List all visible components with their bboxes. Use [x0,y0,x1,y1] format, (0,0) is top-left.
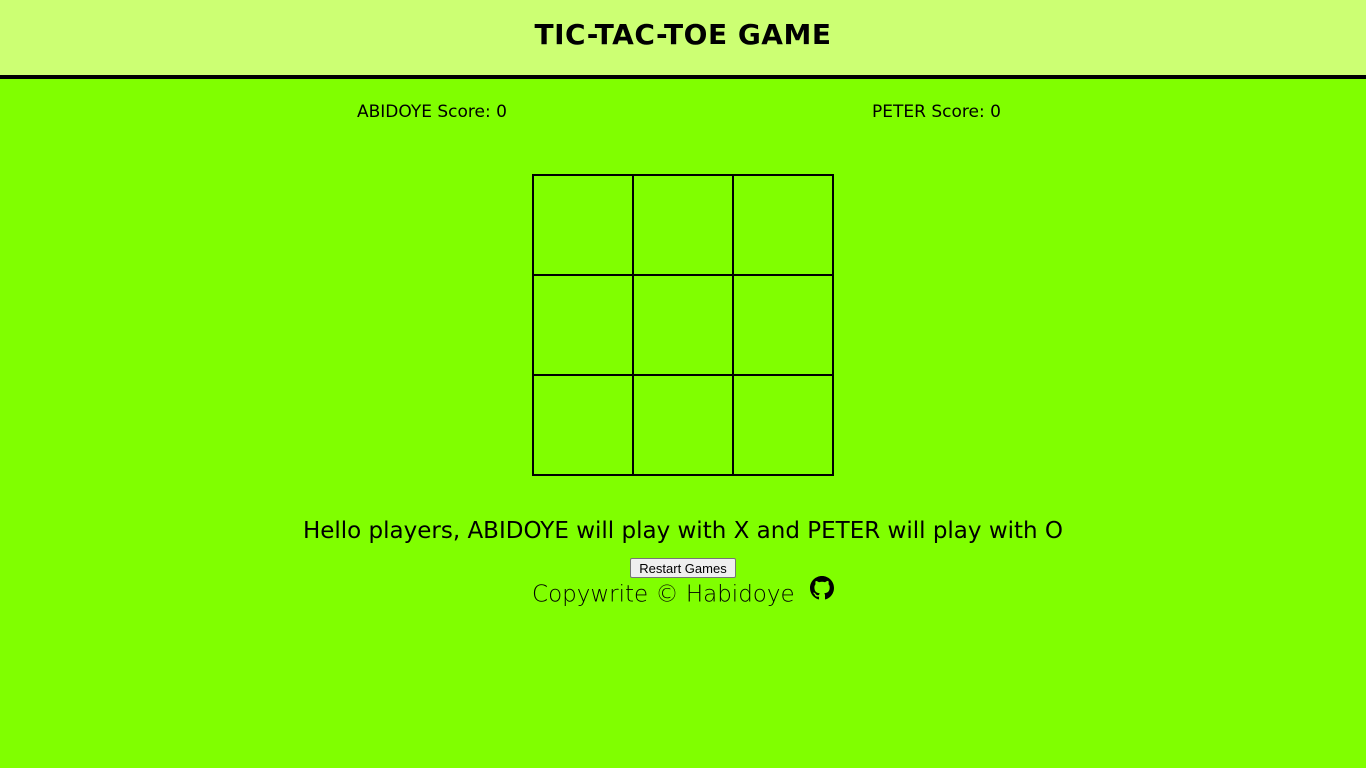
player2-score: PETER Score: 0 [872,102,1001,122]
status-message: Hello players, ABIDOYE will play with X … [302,518,1064,544]
board-cell[interactable] [533,275,633,375]
board-cell[interactable] [633,175,733,275]
footer: Copywrite © Habidoye [0,576,1366,611]
game-board [532,174,834,476]
page-header: TIC-TAC-TOE GAME [0,0,1366,79]
copyright-text: Copywrite © Habidoye [532,581,795,608]
board-cell[interactable] [533,375,633,475]
board-cell[interactable] [733,275,833,375]
board-cell[interactable] [733,175,833,275]
page-title: TIC-TAC-TOE GAME [534,18,832,51]
github-icon[interactable] [809,576,834,608]
board-cell[interactable] [633,275,733,375]
board-cell[interactable] [633,375,733,475]
board-cell[interactable] [733,375,833,475]
player1-score: ABIDOYE Score: 0 [357,102,507,122]
restart-button[interactable]: Restart Games [630,558,736,578]
board-cell[interactable] [533,175,633,275]
